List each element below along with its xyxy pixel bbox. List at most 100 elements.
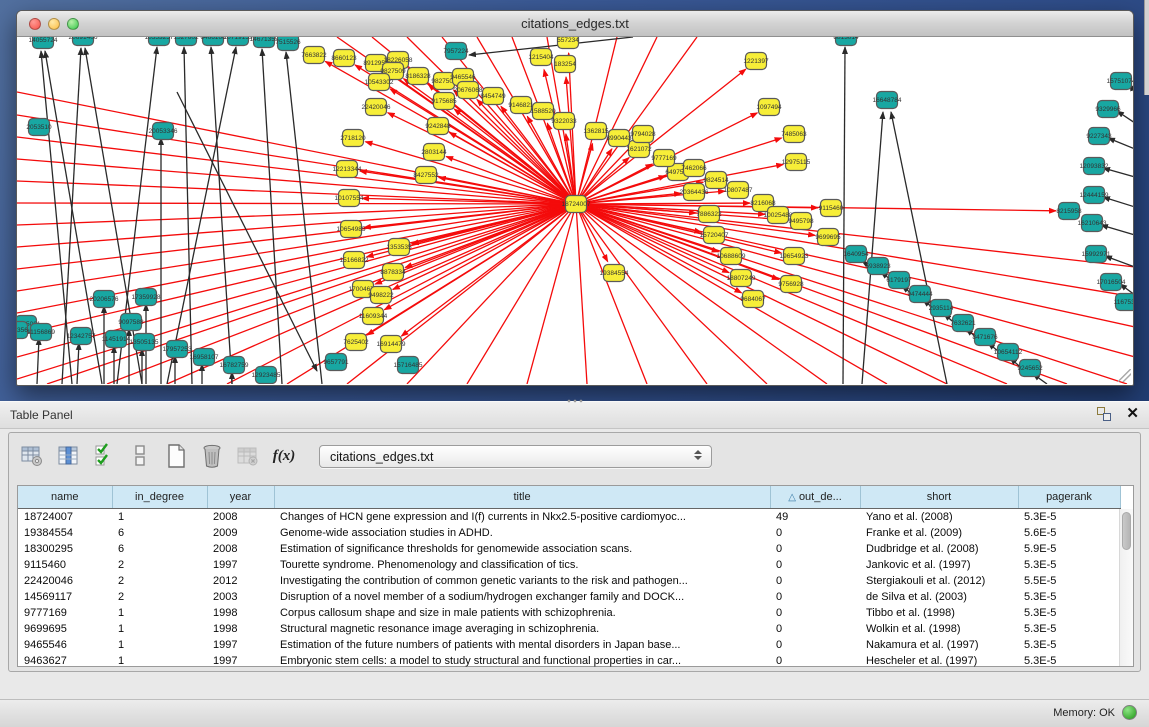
network-node[interactable]: 1353535 [386,239,412,256]
table-cell[interactable]: Hescheler et al. (1997) [860,653,1018,669]
table-cell[interactable]: Jankovic et al. (1997) [860,557,1018,573]
table-cell[interactable]: 0 [770,525,860,541]
network-node[interactable]: 16648784 [873,92,902,109]
network-node[interactable]: 9794028 [630,126,656,143]
float-panel-icon[interactable] [1096,406,1112,422]
table-cell[interactable]: 1 [112,637,207,653]
network-node[interactable]: 1097494 [756,99,782,116]
table-row[interactable]: 977716911998Corpus callosum shape and si… [18,605,1120,621]
network-node[interactable]: 20691406 [69,37,98,46]
network-node[interactable]: 9245652 [1017,360,1043,377]
network-node[interactable]: 11609344 [359,308,388,325]
select-all-icon[interactable] [89,441,119,471]
table-cell[interactable]: Nakamura et al. (1997) [860,637,1018,653]
table-row[interactable]: 1456911722003Disruption of a novel membe… [18,589,1120,605]
network-node[interactable]: 9824514 [703,172,729,189]
network-node[interactable]: 15716485 [394,357,423,374]
table-cell[interactable]: Yano et al. (2008) [860,508,1018,525]
network-node[interactable]: 8813014 [833,37,859,46]
table-panel-header[interactable]: Table Panel ✕ [0,401,1149,429]
network-node[interactable]: 18724007 [562,196,591,213]
network-node[interactable]: 16958107 [190,349,219,366]
network-node[interactable]: 11156869 [27,324,55,341]
network-node[interactable]: 1167533 [1114,294,1133,311]
network-node[interactable]: 12213344 [333,161,362,178]
network-node[interactable]: 9684067 [740,291,766,308]
table-row[interactable]: 946554611997Estimation of the future num… [18,637,1120,653]
network-node[interactable]: 12975115 [782,154,811,171]
network-node[interactable]: 22420046 [362,99,391,116]
network-node[interactable]: 2803144 [421,144,447,161]
table-cell[interactable]: Embryonic stem cells: a model to study s… [274,653,770,669]
table-cell[interactable]: 5.3E-5 [1018,637,1120,653]
table-cell[interactable]: 22420046 [18,573,112,589]
network-node[interactable]: 1362815 [583,123,609,140]
network-node[interactable]: 2053510 [26,119,52,136]
network-node[interactable]: 5938923 [865,258,891,275]
table-row[interactable]: 946362711997Embryonic stem cells: a mode… [18,653,1120,669]
table-cell[interactable]: 1997 [207,653,274,669]
table-cell[interactable]: 2003 [207,589,274,605]
network-node[interactable]: 20676068 [454,82,483,99]
network-node[interactable]: 2718120 [340,130,366,147]
close-window-button[interactable] [29,18,41,30]
table-cell[interactable]: 5.3E-5 [1018,508,1120,525]
network-node[interactable]: 15992971 [1082,246,1111,263]
table-cell[interactable]: 2 [112,557,207,573]
table-cell[interactable]: 0 [770,653,860,669]
network-node[interactable]: 19654923 [780,248,809,265]
show-columns-icon[interactable] [53,441,83,471]
network-node[interactable]: 7625402 [343,334,369,351]
network-node[interactable]: 9474444 [907,286,933,303]
table-row[interactable]: 1830029562008Estimation of significance … [18,541,1120,557]
network-node[interactable]: 9699695 [815,229,841,246]
network-node[interactable]: 10543302 [365,74,394,91]
network-node[interactable]: 9175685 [431,93,457,110]
attribute-table[interactable]: namein_degreeyeartitle△out_de...shortpag… [17,485,1134,667]
table-cell[interactable]: 14569117 [18,589,112,605]
table-selector[interactable]: citations_edges.txt [319,445,712,468]
network-node[interactable]: 9756928 [778,276,804,293]
network-node[interactable]: 1640954 [843,246,869,263]
delete-table-icon[interactable] [233,441,263,471]
network-node[interactable]: 12093832 [1080,158,1109,175]
table-cell[interactable]: 9465546 [18,637,112,653]
table-cell[interactable]: 1998 [207,605,274,621]
column-header-out_de[interactable]: △out_de... [770,486,860,508]
network-node[interactable]: 12342757 [67,328,96,345]
network-node[interactable]: 9498222 [368,287,394,304]
network-node[interactable]: 7515526 [275,37,301,51]
window-resize-grip[interactable] [1118,369,1131,382]
network-node[interactable]: 183254 [554,56,576,73]
network-node[interactable]: 1588520 [530,103,556,120]
network-node[interactable]: 8878334 [380,264,406,281]
table-cell[interactable]: 0 [770,621,860,637]
network-view-window[interactable]: citations_edges.txt 14055724206914061055… [16,10,1134,386]
network-node[interactable]: 6179197 [886,272,912,289]
network-node[interactable]: 9115460 [819,200,844,217]
network-node[interactable]: 12923485 [252,367,281,384]
table-cell[interactable]: 2009 [207,525,274,541]
scrollbar-thumb[interactable] [1122,512,1131,550]
network-node[interactable]: 16210643 [1078,215,1107,232]
table-cell[interactable]: 2008 [207,508,274,525]
network-node[interactable]: 8186328 [405,68,431,85]
table-cell[interactable]: 2008 [207,541,274,557]
network-node[interactable]: 7886322 [696,206,722,223]
network-node[interactable]: 15166822 [340,252,369,269]
network-node[interactable]: 15720407 [700,227,729,244]
maximize-window-button[interactable] [67,18,79,30]
network-node[interactable]: 8427552 [413,167,439,184]
table-cell[interactable]: Estimation of significance thresholds fo… [274,541,770,557]
table-cell[interactable]: Tibbo et al. (1998) [860,605,1018,621]
table-cell[interactable]: Investigating the contribution of common… [274,573,770,589]
network-node[interactable]: 15751074 [1107,73,1133,90]
table-cell[interactable]: 5.3E-5 [1018,557,1120,573]
table-cell[interactable]: 0 [770,557,860,573]
table-cell[interactable]: 6 [112,525,207,541]
network-node[interactable]: 20206576 [90,291,119,308]
column-header-in_degree[interactable]: in_degree [112,486,207,508]
table-cell[interactable]: 6 [112,541,207,557]
table-cell[interactable]: Changes of HCN gene expression and I(f) … [274,508,770,525]
network-node[interactable]: 1215404 [528,49,554,66]
